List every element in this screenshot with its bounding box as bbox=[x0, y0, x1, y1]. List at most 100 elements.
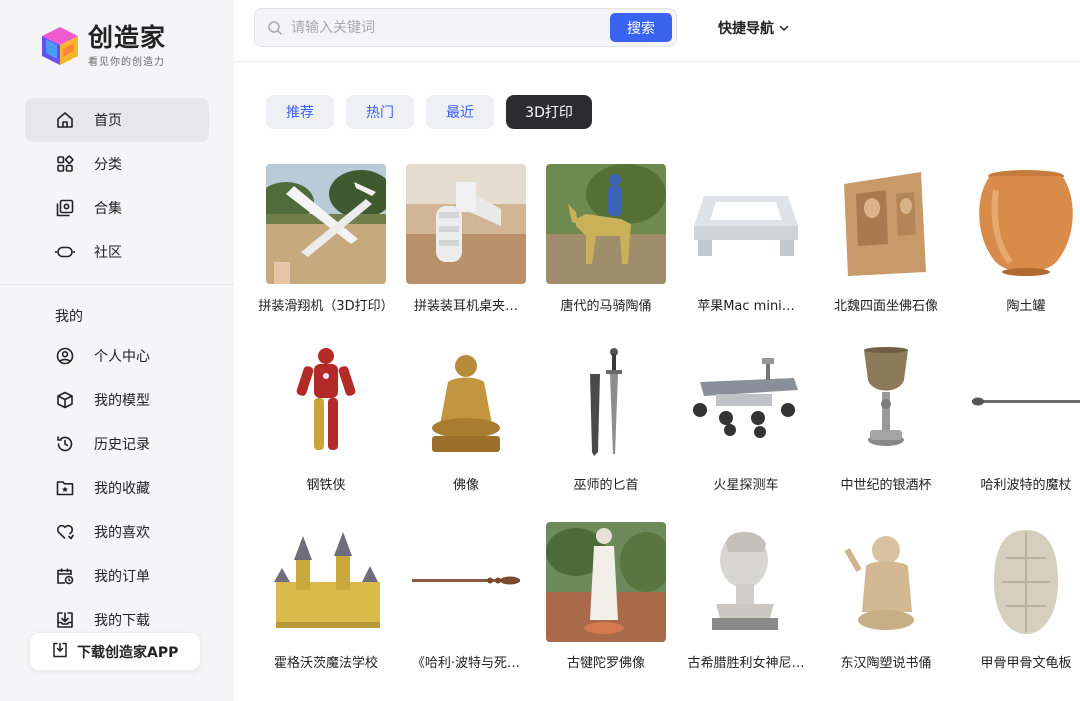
sidebar-item-home[interactable]: 首页 bbox=[25, 98, 209, 142]
sidebar-item-orders[interactable]: 我的订单 bbox=[25, 554, 209, 598]
model-thumbnail-mars-rover bbox=[686, 344, 806, 464]
brand-title: 创造家 bbox=[88, 23, 167, 52]
sidebar-item-likes[interactable]: 我的喜欢 bbox=[25, 510, 209, 554]
model-thumbnail-iron-man bbox=[266, 344, 386, 464]
model-title: 东汉陶塑说书俑 bbox=[840, 656, 932, 671]
star-folder-icon bbox=[55, 478, 75, 498]
quick-nav-label: 快捷导航 bbox=[718, 21, 774, 37]
logo-cube-icon bbox=[40, 25, 80, 67]
model-card[interactable]: 巫师的匕首 bbox=[546, 344, 666, 493]
model-title: 拼装滑翔机（3D打印） bbox=[258, 299, 394, 314]
model-card[interactable]: 拼装装耳机桌夹… bbox=[406, 164, 526, 314]
model-thumbnail-headphone-clamp bbox=[406, 164, 526, 284]
model-card[interactable]: 佛像 bbox=[406, 344, 526, 493]
model-thumbnail-magic-wand bbox=[966, 344, 1080, 464]
model-thumbnail-gandhara-buddha bbox=[546, 522, 666, 642]
download-icon bbox=[52, 642, 68, 662]
model-card[interactable]: 火星探测车 bbox=[686, 344, 806, 493]
brand-subtitle: 看见你的创造力 bbox=[88, 57, 165, 68]
tab-hot[interactable]: 热门 bbox=[346, 95, 414, 129]
user-circle-icon bbox=[55, 346, 75, 366]
chevron-down-icon bbox=[779, 25, 789, 32]
model-card[interactable]: 古犍陀罗佛像 bbox=[546, 522, 666, 671]
model-card[interactable]: 哈利波特的魔杖 bbox=[966, 344, 1080, 493]
model-title: 北魏四面坐佛石像 bbox=[833, 299, 938, 314]
sidebar-item-profile[interactable]: 个人中心 bbox=[25, 334, 209, 378]
model-thumbnail-clay-pot bbox=[966, 164, 1080, 284]
model-card[interactable]: 《哈利·波特与死… bbox=[406, 522, 526, 671]
model-thumbnail-wizard-dagger bbox=[546, 344, 666, 464]
sidebar-item-history[interactable]: 历史记录 bbox=[25, 422, 209, 466]
sidebar-item-favorites[interactable]: 我的收藏 bbox=[25, 466, 209, 510]
model-card[interactable]: 苹果Mac mini… bbox=[686, 164, 806, 314]
download-app-button[interactable]: 下载创造家APP bbox=[29, 632, 201, 671]
sidebar-item-label: 我的收藏 bbox=[94, 481, 150, 497]
model-card[interactable]: 陶土罐 bbox=[966, 164, 1080, 314]
model-thumbnail-hogwarts-castle bbox=[266, 522, 386, 642]
search-input[interactable] bbox=[291, 17, 601, 39]
model-title: 拼装装耳机桌夹… bbox=[413, 299, 518, 314]
download-app-label: 下载创造家APP bbox=[77, 644, 179, 661]
model-card[interactable]: 钢铁侠 bbox=[266, 344, 386, 493]
model-title: 陶土罐 bbox=[1006, 299, 1046, 314]
cube-icon bbox=[55, 390, 75, 410]
sidebar-item-category[interactable]: 分类 bbox=[25, 142, 209, 186]
model-title: 古犍陀罗佛像 bbox=[566, 656, 645, 671]
model-title: 佛像 bbox=[452, 478, 479, 493]
tab-recent[interactable]: 最近 bbox=[426, 95, 494, 129]
brand-logo[interactable]: 创造家 看见你的创造力 bbox=[40, 24, 166, 68]
main-nav: 首页 分类 合集 社区 bbox=[25, 98, 209, 274]
tab-recommended[interactable]: 推荐 bbox=[266, 95, 334, 129]
sidebar-item-my-models[interactable]: 我的模型 bbox=[25, 378, 209, 422]
sidebar-item-label: 首页 bbox=[94, 113, 122, 129]
model-card[interactable]: 霍格沃茨魔法学校 bbox=[266, 522, 386, 671]
search-bar: 搜索 bbox=[254, 8, 677, 47]
model-card[interactable]: 北魏四面坐佛石像 bbox=[826, 164, 946, 314]
model-card[interactable]: 甲骨甲骨文龟板 bbox=[966, 522, 1080, 671]
model-card[interactable]: 古希腊胜利女神尼… bbox=[686, 522, 806, 671]
model-card[interactable]: 唐代的马骑陶俑 bbox=[546, 164, 666, 314]
model-thumbnail-storyteller-figurine bbox=[826, 522, 946, 642]
model-title: 巫师的匕首 bbox=[573, 478, 639, 493]
sidebar-item-label: 个人中心 bbox=[94, 349, 150, 365]
model-title: 古希腊胜利女神尼… bbox=[687, 656, 805, 671]
sidebar-item-label: 我的下载 bbox=[94, 613, 150, 629]
model-title: 中世纪的银酒杯 bbox=[840, 478, 932, 493]
model-title: 苹果Mac mini… bbox=[697, 299, 795, 314]
sidebar-item-label: 我的模型 bbox=[94, 393, 150, 409]
model-thumbnail-oracle-bone bbox=[966, 522, 1080, 642]
search-button[interactable]: 搜索 bbox=[610, 13, 672, 42]
model-thumbnail-nike-bust bbox=[686, 522, 806, 642]
model-title: 哈利波特的魔杖 bbox=[980, 478, 1072, 493]
home-icon bbox=[55, 110, 75, 130]
model-thumbnail-silver-goblet bbox=[826, 344, 946, 464]
quick-nav-dropdown[interactable]: 快捷导航 bbox=[718, 18, 789, 38]
model-card[interactable]: 东汉陶塑说书俑 bbox=[826, 522, 946, 671]
sidebar-item-label: 我的订单 bbox=[94, 569, 150, 585]
sidebar-item-label: 合集 bbox=[94, 201, 122, 217]
calendar-clock-icon bbox=[55, 566, 75, 586]
model-card[interactable]: 拼装滑翔机（3D打印） bbox=[258, 164, 394, 314]
sidebar-divider bbox=[0, 284, 234, 285]
category-icon bbox=[55, 154, 75, 174]
search-icon bbox=[267, 20, 283, 40]
model-title: 火星探测车 bbox=[713, 478, 779, 493]
sidebar-item-label: 分类 bbox=[94, 157, 122, 173]
model-thumbnail-tang-horse-rider bbox=[546, 164, 666, 284]
sidebar-item-label: 社区 bbox=[94, 245, 122, 261]
section-title-mine: 我的 bbox=[55, 309, 83, 325]
sidebar-item-collection[interactable]: 合集 bbox=[25, 186, 209, 230]
download-tray-icon bbox=[55, 610, 75, 630]
filter-tabs: 推荐 热门 最近 3D打印 bbox=[266, 95, 604, 129]
history-icon bbox=[55, 434, 75, 454]
sidebar: 创造家 看见你的创造力 首页 分类 合集 社区 我的 个人中心 我的模型 历史记… bbox=[0, 0, 234, 701]
model-title: 《哈利·波特与死… bbox=[411, 656, 521, 671]
model-title: 唐代的马骑陶俑 bbox=[560, 299, 652, 314]
top-header: 搜索 快捷导航 bbox=[234, 0, 1080, 62]
sidebar-item-community[interactable]: 社区 bbox=[25, 230, 209, 274]
tab-3d-print[interactable]: 3D打印 bbox=[506, 95, 592, 129]
model-card[interactable]: 中世纪的银酒杯 bbox=[826, 344, 946, 493]
model-thumbnail-mac-mini-stand bbox=[686, 164, 806, 284]
model-title: 霍格沃茨魔法学校 bbox=[273, 656, 378, 671]
model-thumbnail-stone-buddha bbox=[826, 164, 946, 284]
